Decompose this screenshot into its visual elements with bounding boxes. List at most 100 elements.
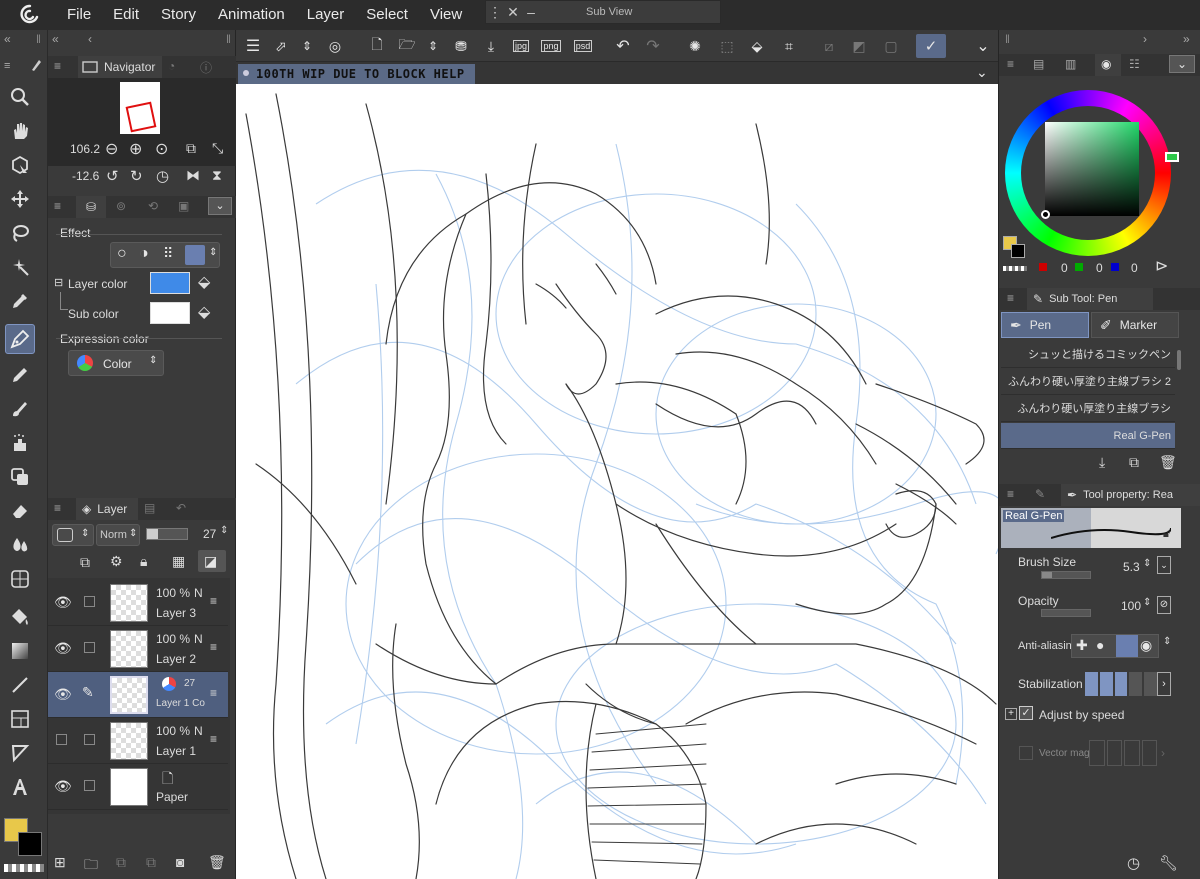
brush-item-selected[interactable]: Real G-Pen <box>1001 423 1175 449</box>
chevron-right-icon[interactable]: › <box>1143 32 1147 46</box>
stepper-icon[interactable]: ⇕ <box>220 525 228 536</box>
tutorial-button[interactable]: ◎ <box>322 34 348 58</box>
zoom-tool[interactable] <box>5 82 35 112</box>
move-tool[interactable] <box>5 184 35 214</box>
tab-intermediate-icon[interactable]: ▥ <box>1065 57 1076 71</box>
hue-marker[interactable] <box>1165 152 1179 162</box>
opacity-slider[interactable] <box>1041 609 1091 617</box>
hand-tool[interactable] <box>5 116 35 146</box>
undo-button[interactable]: ↶ <box>610 34 636 58</box>
merge-icon[interactable]: ⧉ <box>146 854 156 871</box>
clock-icon[interactable]: ◷ <box>1127 854 1140 872</box>
transparent-chip[interactable] <box>1003 266 1027 271</box>
layer-row-layer-1[interactable]: 100 % N Layer 1 ≡ <box>48 718 228 764</box>
transparent-color-swatch[interactable] <box>4 864 44 872</box>
green-value[interactable]: 0 <box>1096 261 1103 275</box>
blend-tool[interactable] <box>5 462 35 492</box>
tab-icon-search[interactable]: ⊚ <box>116 199 126 213</box>
reset-rotation-icon[interactable]: ◷ <box>156 167 169 185</box>
layer-row-paper[interactable]: 👁︎ 🗋︎ Paper <box>48 764 228 810</box>
tab-layer[interactable]: ◈ Layer <box>76 498 138 520</box>
stabilization-bar[interactable] <box>1085 672 1157 696</box>
text-tool[interactable] <box>5 772 35 802</box>
effect-selector[interactable]: ○ ◑ ⠿ ⇕ <box>110 242 220 268</box>
download-icon[interactable]: ⤓ <box>1099 454 1105 471</box>
fill-blur-tool[interactable] <box>5 530 35 560</box>
flip-horizontal-icon[interactable]: ⧓ <box>186 167 200 184</box>
fill-button[interactable]: ⬙ <box>744 34 770 58</box>
fill-bucket-icon[interactable]: ⬙ <box>198 272 210 292</box>
tab-tool-property[interactable]: ✒ Tool property: Rea <box>1061 484 1200 506</box>
layer-opacity-value[interactable]: 27 <box>203 527 216 541</box>
grid-snap-button[interactable]: ◩ <box>846 34 872 58</box>
panel-dropdown-button[interactable]: ⌄ <box>1169 55 1195 73</box>
tab-color-wheel[interactable]: ◉ <box>1095 54 1121 76</box>
flip-vertical-icon[interactable]: ⧗ <box>212 167 222 184</box>
brush-item[interactable]: ふんわり硬い厚塗り主線ブラシ 2 <box>1001 369 1175 395</box>
lasso-tool[interactable] <box>5 218 35 248</box>
sv-marker[interactable] <box>1041 210 1050 219</box>
tab-slider-icon[interactable]: ☷ <box>1129 57 1140 71</box>
grip-icon[interactable]: ‖ <box>226 32 231 46</box>
panel-menu-icon[interactable]: ≡ <box>1007 57 1014 71</box>
collapse-icon[interactable]: « <box>4 32 11 46</box>
chevron-right-icon[interactable]: › <box>1157 672 1171 696</box>
command-bar-more-button[interactable]: ⌄ <box>970 34 996 58</box>
aa-none-icon[interactable]: ✚ <box>1076 637 1088 654</box>
eye-icon[interactable]: 👁︎ <box>54 778 72 795</box>
mask-button[interactable]: ◪ <box>198 550 226 572</box>
tab-brush-icon[interactable]: ✎ <box>1035 487 1045 501</box>
frame-tool[interactable] <box>5 704 35 734</box>
airbrush-tool[interactable] <box>5 428 35 458</box>
panel-menu-icon[interactable]: ≡ <box>1007 291 1014 305</box>
saturation-value-square[interactable] <box>1041 122 1139 219</box>
drag-handle-icon[interactable]: ≡ <box>210 732 217 746</box>
collapse-left-icon[interactable]: « <box>52 32 59 46</box>
layer-checkbox[interactable] <box>84 734 95 745</box>
aa-strong-icon[interactable]: ◉ <box>1140 637 1152 654</box>
mask-layer-icon[interactable]: ◙ <box>176 854 184 870</box>
tab-icon-undo[interactable]: ↶ <box>176 501 186 515</box>
new-file-button[interactable]: 🗋︎ <box>364 34 390 58</box>
export-jpg-button[interactable]: jpg <box>508 34 534 58</box>
pencil-tool[interactable] <box>5 360 35 390</box>
menu-view[interactable]: View <box>419 0 473 30</box>
opacity-dynamics-icon[interactable]: ⊘ <box>1157 596 1171 614</box>
redo-button[interactable]: ↷ <box>640 34 666 58</box>
subtool-group-marker[interactable]: ✐ Marker <box>1091 312 1179 338</box>
zoom-in-icon[interactable]: ⊕ <box>129 139 142 159</box>
brush-list-scrollbar[interactable] <box>1177 350 1181 370</box>
layer-checkbox[interactable] <box>84 642 95 653</box>
transform-button[interactable]: ⬀ <box>268 34 294 58</box>
layer-row-layer-2[interactable]: 👁︎ 100 % N Layer 2 ≡ <box>48 626 228 672</box>
layer-color-swatch[interactable] <box>150 272 190 294</box>
chevron-right-icon[interactable]: › <box>1161 746 1165 760</box>
panel-menu-icon[interactable]: ≡ <box>54 501 61 515</box>
eraser-tool[interactable] <box>5 496 35 526</box>
select-all-button[interactable]: ⬚ <box>714 34 740 58</box>
crop-button[interactable]: ⌗ <box>776 34 802 58</box>
brush-item[interactable]: シュッと描けるコミックペン <box>1001 342 1175 368</box>
new-folder-icon[interactable]: 🗀︎ <box>84 854 98 878</box>
vector-magnet-bar[interactable] <box>1089 740 1157 766</box>
layer-type-select[interactable]: ⇕ <box>52 524 94 546</box>
transfer-down-icon[interactable]: ⧉ <box>116 854 126 871</box>
stepper-button[interactable]: ⇕ <box>420 34 446 58</box>
drawing-canvas[interactable] <box>236 84 998 879</box>
tab-color-set-icon[interactable]: ▤ <box>1033 57 1044 71</box>
wrench-icon[interactable]: 🔧︎ <box>1159 854 1178 872</box>
play-circle-icon[interactable]: ⊳ <box>1155 256 1168 276</box>
subtool-group-pen[interactable]: ✒ Pen <box>1001 312 1089 338</box>
menu-edit[interactable]: Edit <box>102 0 150 30</box>
rotation-value[interactable]: -12.6 <box>72 169 99 183</box>
brush-size-slider[interactable] <box>1041 571 1091 579</box>
lock-icon[interactable]: 🔓︎ <box>1163 528 1170 541</box>
menu-grip-icon[interactable]: ≡ <box>4 60 10 72</box>
stepper-icon[interactable]: ⇕ <box>209 247 217 258</box>
clip-icon[interactable]: ⧉ <box>80 554 90 571</box>
expand-icon[interactable]: + <box>1005 708 1017 720</box>
figure-tool[interactable] <box>5 564 35 594</box>
brush-item[interactable]: ふんわり硬い厚塗り主線ブラシ <box>1001 396 1175 422</box>
visibility-checkbox[interactable] <box>56 734 67 745</box>
menu-story[interactable]: Story <box>150 0 207 30</box>
